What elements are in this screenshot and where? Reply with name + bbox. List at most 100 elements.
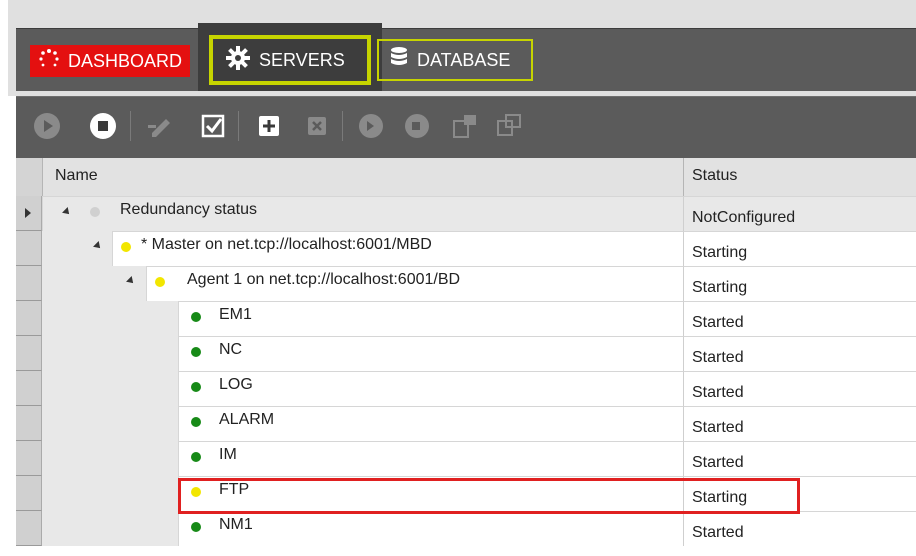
row-status: Starting	[692, 489, 748, 506]
row-name: EM1	[219, 306, 252, 323]
indent-cell	[42, 476, 178, 511]
row-header[interactable]	[16, 406, 42, 441]
row-header[interactable]	[16, 371, 42, 406]
status-dot-icon	[191, 452, 201, 462]
name-cell[interactable]: ALARM	[178, 406, 683, 441]
row-status: NotConfigured	[692, 209, 796, 226]
remove-button[interactable]	[300, 109, 334, 143]
tab-database-label: DATABASE	[417, 49, 511, 70]
row-status: Started	[692, 349, 744, 366]
status-dot-icon	[121, 242, 131, 252]
remove-icon	[308, 117, 326, 135]
status-dot-icon	[191, 347, 201, 357]
name-cell[interactable]: EM1	[178, 301, 683, 336]
tab-dashboard-label: DASHBOARD	[68, 50, 183, 71]
edit-icon	[148, 119, 170, 137]
indent-cell	[42, 336, 178, 371]
table-row[interactable]: NC Started	[16, 336, 916, 371]
play-button[interactable]	[30, 109, 64, 143]
status-cell[interactable]: Started	[683, 441, 916, 476]
collapse-arrow-icon[interactable]	[62, 207, 72, 217]
row-header[interactable]	[16, 301, 42, 336]
tab-database[interactable]: DATABASE	[377, 39, 533, 81]
status-cell[interactable]: Starting	[683, 266, 916, 301]
row-header[interactable]	[16, 266, 42, 301]
status-cell[interactable]: Started	[683, 406, 916, 441]
table-row[interactable]: NM1 Started	[16, 511, 916, 546]
column-divider[interactable]	[683, 158, 684, 196]
status-cell[interactable]: Starting	[683, 476, 916, 511]
status-dot-icon	[191, 312, 201, 322]
name-cell[interactable]: NM1	[178, 511, 683, 546]
status-cell[interactable]: Started	[683, 371, 916, 406]
status-dot-icon	[90, 207, 100, 217]
name-cell[interactable]: FTP	[178, 476, 683, 511]
table-row[interactable]: IM Started	[16, 441, 916, 476]
row-name: Redundancy status	[120, 201, 257, 218]
name-cell[interactable]: IM	[178, 441, 683, 476]
row-name: LOG	[219, 376, 253, 393]
table-row[interactable]: * Master on net.tcp://localhost:6001/MBD…	[16, 231, 916, 266]
row-header[interactable]	[16, 441, 42, 476]
status-cell[interactable]: Started	[683, 301, 916, 336]
name-cell[interactable]: Redundancy status	[42, 196, 683, 231]
gear-icon	[225, 45, 251, 76]
status-dot-icon	[191, 382, 201, 392]
name-cell[interactable]: LOG	[178, 371, 683, 406]
name-cell[interactable]: Agent 1 on net.tcp://localhost:6001/BD	[146, 266, 683, 301]
table-row[interactable]: EM1 Started	[16, 301, 916, 336]
column-header-status[interactable]: Status	[692, 167, 737, 185]
row-header[interactable]	[16, 476, 42, 511]
row-name: * Master on net.tcp://localhost:6001/MBD	[141, 236, 432, 253]
column-header-name[interactable]: Name	[55, 167, 98, 185]
row-header[interactable]	[16, 196, 42, 231]
tab-servers[interactable]: SERVERS	[209, 35, 371, 85]
table-row[interactable]: LOG Started	[16, 371, 916, 406]
row-status: Started	[692, 524, 744, 541]
table-row[interactable]: Agent 1 on net.tcp://localhost:6001/BD S…	[16, 266, 916, 301]
name-cell[interactable]: * Master on net.tcp://localhost:6001/MBD	[112, 231, 683, 266]
current-row-arrow-icon	[25, 208, 31, 218]
select-all-cell[interactable]	[16, 158, 43, 196]
edit-button[interactable]	[144, 109, 178, 143]
play-r-button[interactable]	[354, 109, 388, 143]
table-row[interactable]: ALARM Started	[16, 406, 916, 441]
status-cell[interactable]: Started	[683, 336, 916, 371]
status-dot-icon	[191, 417, 201, 427]
row-status: Starting	[692, 244, 748, 261]
stop-r-button[interactable]	[400, 109, 434, 143]
row-name: Agent 1 on net.tcp://localhost:6001/BD	[187, 271, 461, 288]
toolbar-divider	[130, 111, 131, 141]
export-button[interactable]	[448, 109, 482, 143]
indent-cell	[42, 301, 178, 336]
grid-header: Name Status	[16, 158, 916, 197]
row-status: Started	[692, 454, 744, 471]
table-row[interactable]: Redundancy status NotConfigured	[16, 196, 916, 231]
stop-r-icon	[405, 114, 429, 138]
row-header[interactable]	[16, 231, 42, 266]
status-dot-icon	[191, 522, 201, 532]
indent-cell	[42, 266, 146, 301]
status-cell[interactable]: Started	[683, 511, 916, 546]
tab-dashboard[interactable]: DASHBOARD	[30, 45, 190, 77]
row-name: IM	[219, 446, 237, 463]
indent-cell	[42, 511, 178, 546]
collapse-arrow-icon[interactable]	[126, 276, 136, 286]
row-header[interactable]	[16, 511, 42, 546]
row-status: Started	[692, 314, 744, 331]
stop-icon	[90, 113, 116, 139]
name-cell[interactable]: NC	[178, 336, 683, 371]
toolbar-divider	[238, 111, 239, 141]
row-header[interactable]	[16, 336, 42, 371]
window-button[interactable]	[492, 109, 526, 143]
collapse-arrow-icon[interactable]	[93, 241, 103, 251]
status-cell[interactable]: NotConfigured	[683, 196, 916, 231]
status-cell[interactable]: Starting	[683, 231, 916, 266]
tab-servers-label: SERVERS	[259, 49, 345, 70]
add-button[interactable]	[252, 109, 286, 143]
stop-button[interactable]	[86, 109, 120, 143]
spinner-icon	[38, 48, 60, 75]
row-name: NM1	[219, 516, 253, 533]
table-row[interactable]: FTP Starting	[16, 476, 916, 511]
check-button[interactable]	[196, 109, 230, 143]
